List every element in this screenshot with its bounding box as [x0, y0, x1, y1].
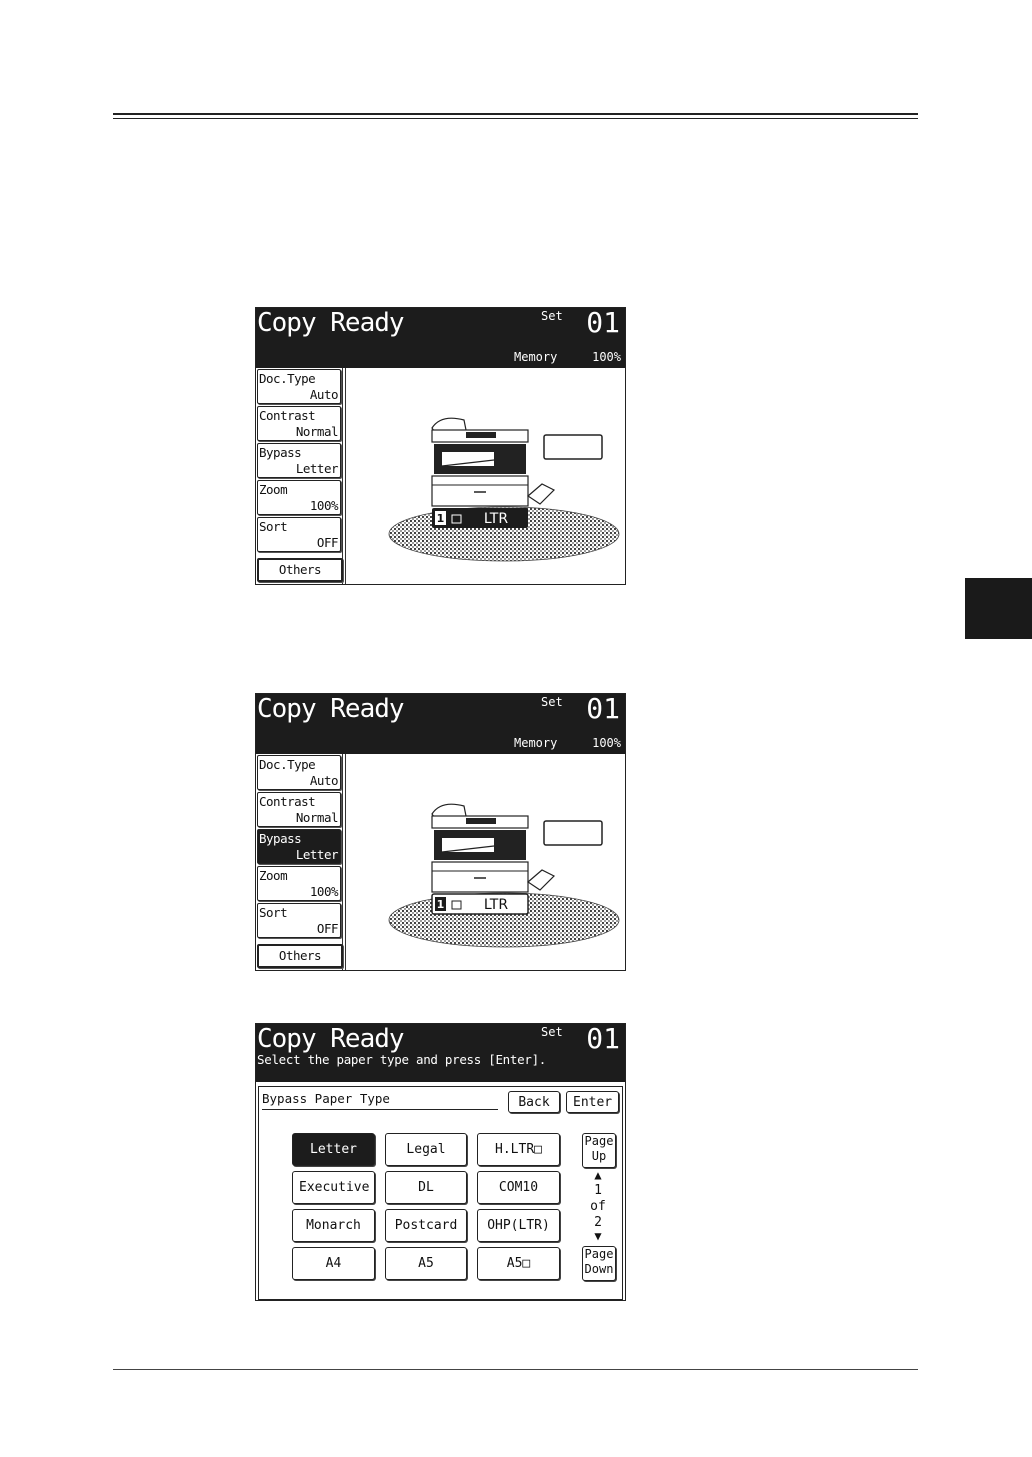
page-rule-top-thick	[113, 113, 918, 115]
machine-status-area: 1 LTR	[346, 368, 625, 584]
down-arrow-icon: ▼	[594, 1229, 602, 1243]
button-label: Sort	[259, 905, 288, 920]
tray-paper-size: LTR	[484, 897, 508, 913]
set-label: Set	[541, 309, 563, 323]
contrast-button[interactable]: Contrast Normal	[257, 406, 341, 441]
copier-illustration: 1 LTR	[388, 417, 620, 562]
page-down-label-2: Down	[584, 1262, 614, 1276]
enter-button[interactable]: Enter	[566, 1091, 619, 1113]
page-down-button[interactable]: Page Down	[582, 1246, 616, 1281]
button-label: Doc.Type	[259, 371, 316, 386]
screen-title: Copy Ready	[257, 308, 405, 338]
page-down-label-1: Page	[584, 1247, 614, 1261]
button-value: Letter	[295, 461, 339, 476]
screen-title: Copy Ready	[257, 694, 405, 724]
page-rule-top-thin	[113, 118, 918, 119]
set-label: Set	[541, 1025, 563, 1039]
tray-paper-size: LTR	[484, 511, 508, 527]
sort-button[interactable]: Sort OFF	[257, 903, 341, 938]
doc-type-button[interactable]: Doc.Type Auto	[257, 369, 341, 404]
copy-ready-screen-1: Copy Ready Set 01 Memory 100% Doc.Type A…	[255, 307, 626, 585]
settings-sidebar: Doc.Type Auto Contrast Normal Bypass Let…	[256, 368, 346, 584]
paper-a5-button[interactable]: A5	[385, 1247, 467, 1280]
page-of: of	[590, 1199, 606, 1214]
button-value: Auto	[309, 387, 339, 402]
set-count: 01	[586, 1023, 620, 1055]
panel-title: Bypass Paper Type	[262, 1091, 498, 1110]
paper-letter-button-selected[interactable]: Letter	[292, 1133, 375, 1166]
bypass-button[interactable]: Bypass Letter	[257, 443, 341, 478]
sort-button[interactable]: Sort OFF	[257, 517, 341, 552]
page-up-button[interactable]: Page Up	[582, 1133, 616, 1168]
tray-number: 1	[437, 512, 445, 525]
paper-legal-button[interactable]: Legal	[385, 1133, 467, 1166]
paper-postcard-button[interactable]: Postcard	[385, 1209, 467, 1242]
page-up-label-2: Up	[591, 1149, 607, 1163]
set-count: 01	[586, 693, 620, 725]
bypass-paper-type-screen: Copy Ready Set 01 Select the paper type …	[255, 1023, 626, 1301]
others-button[interactable]: Others	[257, 944, 343, 968]
memory-label: Memory	[514, 350, 558, 364]
tray-number: 1	[437, 898, 445, 911]
paper-monarch-button[interactable]: Monarch	[292, 1209, 375, 1242]
zoom-button[interactable]: Zoom 100%	[257, 866, 341, 901]
chapter-tab	[965, 578, 1032, 639]
button-label: Bypass	[259, 445, 302, 460]
button-label: Zoom	[259, 482, 288, 497]
paper-ohp-ltr-button[interactable]: OHP(LTR)	[477, 1209, 560, 1242]
page-total: 2	[594, 1215, 602, 1230]
button-label: Zoom	[259, 868, 288, 883]
up-arrow-icon: ▲	[594, 1168, 602, 1182]
button-value: OFF	[316, 921, 339, 936]
back-button[interactable]: Back	[508, 1091, 560, 1113]
paper-a5-rotated-button[interactable]: A5□	[477, 1247, 560, 1280]
memory-value: 100%	[592, 350, 621, 364]
copier-illustration: 1 LTR	[388, 803, 620, 948]
set-count: 01	[586, 307, 620, 339]
screen-header: Copy Ready Set 01 Select the paper type …	[256, 1024, 625, 1082]
machine-status-area: 1 LTR	[346, 754, 625, 970]
page-up-label-1: Page	[584, 1134, 614, 1148]
page-current: 1	[594, 1183, 602, 1198]
button-value: Normal	[295, 810, 339, 825]
paper-a4-button[interactable]: A4	[292, 1247, 375, 1280]
button-label: Contrast	[259, 408, 316, 423]
contrast-button[interactable]: Contrast Normal	[257, 792, 341, 827]
others-button[interactable]: Others	[257, 558, 343, 582]
paper-type-panel: Bypass Paper Type Back Enter Letter Lega…	[258, 1086, 623, 1300]
paper-hltr-button[interactable]: H.LTR□	[477, 1133, 560, 1166]
memory-label: Memory	[514, 736, 558, 750]
screen-header: Copy Ready Set 01 Memory 100%	[256, 694, 625, 754]
button-label: Bypass	[259, 831, 302, 846]
button-value: 100%	[309, 498, 339, 513]
paper-executive-button[interactable]: Executive	[292, 1171, 375, 1204]
screen-header: Copy Ready Set 01 Memory 100%	[256, 308, 625, 368]
set-label: Set	[541, 695, 563, 709]
button-label: Sort	[259, 519, 288, 534]
button-value: Normal	[295, 424, 339, 439]
paper-dl-button[interactable]: DL	[385, 1171, 467, 1204]
settings-sidebar: Doc.Type Auto Contrast Normal Bypass Let…	[256, 754, 346, 970]
button-value: Auto	[309, 773, 339, 788]
copy-ready-screen-2: Copy Ready Set 01 Memory 100% Doc.Type A…	[255, 693, 626, 971]
button-value: Letter	[295, 847, 339, 862]
doc-type-button[interactable]: Doc.Type Auto	[257, 755, 341, 790]
button-label: Doc.Type	[259, 757, 316, 772]
button-label: Contrast	[259, 794, 316, 809]
screen-title: Copy Ready	[257, 1024, 405, 1054]
button-value: OFF	[316, 535, 339, 550]
page-rule-bottom	[113, 1369, 918, 1370]
bypass-button-selected[interactable]: Bypass Letter	[257, 829, 341, 864]
button-value: 100%	[309, 884, 339, 899]
paper-com10-button[interactable]: COM10	[477, 1171, 560, 1204]
memory-value: 100%	[592, 736, 621, 750]
instruction-text: Select the paper type and press [Enter].	[257, 1052, 547, 1067]
zoom-button[interactable]: Zoom 100%	[257, 480, 341, 515]
